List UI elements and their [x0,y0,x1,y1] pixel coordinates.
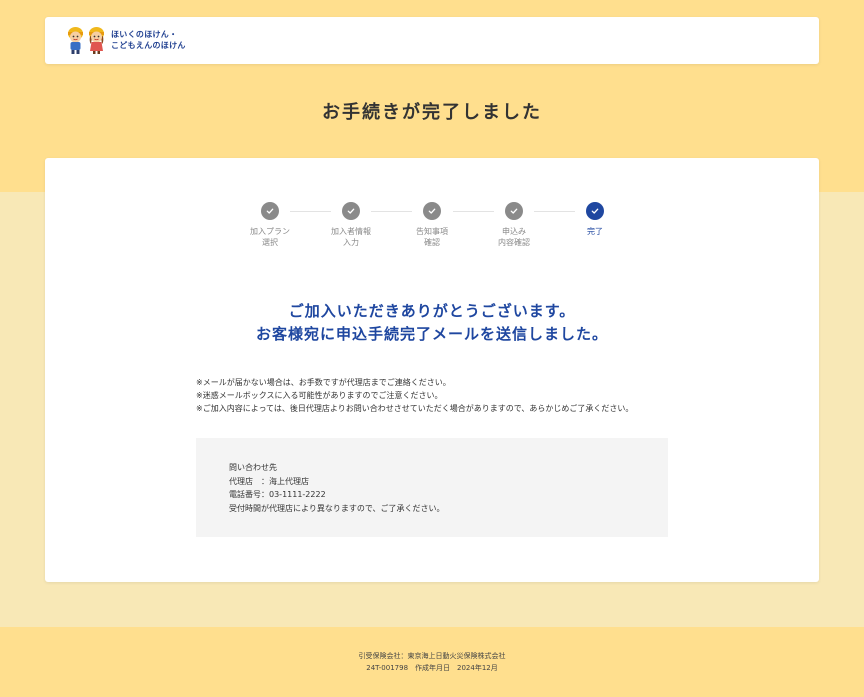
step-label: 加入者情報 入力 [331,227,371,247]
logo-text: ほいくのほけん・ こどもえんのほけん [111,29,186,51]
contact-hours-note: 受付時間が代理店により異なりますので、ご了承ください。 [229,503,445,513]
notice-item: ※ご加入内容によっては、後日代理店よりお問い合わせさせていただく場合がありますの… [196,404,634,413]
contact-info: 問い合わせ先 代理店 ：海上代理店 電話番号：03-1111-2222 受付時間… [229,461,445,515]
contact-heading: 問い合わせ先 [229,463,277,472]
notice-item: ※メールが届かない場合は、お手数ですが代理店までご連絡ください。 [196,378,451,387]
contact-agency: 代理店 ：海上代理店 [229,476,309,486]
step-plan-selection: 加入プラン 選択 [240,202,300,248]
underwriter-info: 引受保険会社：東京海上日動火災保険株式会社 [358,652,506,660]
step-applicant-info: 加入者情報 入力 [321,202,381,248]
check-icon [510,208,518,214]
logo-text-line2: こどもえんのほけん [111,41,186,50]
step-done-marker [342,202,360,220]
step-label: 加入プラン 選択 [250,227,290,247]
step-done-marker [423,202,441,220]
footer-text: 引受保険会社：東京海上日動火災保険株式会社 24T-001798 作成年月日 2… [0,650,864,674]
progress-stepper: 加入プラン 選択 加入者情報 入力 告知事項 確認 申込み 内容確認 完了 [240,202,620,252]
step-review: 申込み 内容確認 [484,202,544,248]
thank-you-line1: ご加入いただきありがとうございます。 [288,302,576,320]
site-footer: 引受保険会社：東京海上日動火災保険株式会社 24T-001798 作成年月日 2… [0,627,864,697]
girl-mascot-icon [89,27,104,54]
document-code: 24T-001798 作成年月日 2024年12月 [366,664,498,672]
step-label: 申込み 内容確認 [498,227,530,247]
logo-text-line1: ほいくのほけん・ [111,30,178,39]
site-logo[interactable]: ほいくのほけん・ こどもえんのほけん [66,25,186,55]
step-done-marker [505,202,523,220]
site-header: ほいくのほけん・ こどもえんのほけん [45,17,819,64]
step-label: 完了 [587,227,603,236]
step-current-marker [586,202,604,220]
step-done-marker [261,202,279,220]
contact-phone: 電話番号：03-1111-2222 [229,490,326,499]
check-icon [266,208,274,214]
thank-you-message: ご加入いただきありがとうございます。 お客様宛に申込手続完了メールを送信しました… [45,300,819,346]
check-icon [591,208,599,214]
boy-mascot-icon [68,27,83,54]
check-icon [428,208,436,214]
contact-info-box: 問い合わせ先 代理店 ：海上代理店 電話番号：03-1111-2222 受付時間… [196,438,668,537]
notice-list: ※メールが届かない場合は、お手数ですが代理店までご連絡ください。 ※迷惑メールボ… [196,376,633,415]
step-disclosure: 告知事項 確認 [402,202,462,248]
page-title: お手続きが完了しました [322,102,542,123]
thank-you-line2: お客様宛に申込手続完了メールを送信しました。 [255,325,608,343]
check-icon [347,208,355,214]
completion-card: 加入プラン 選択 加入者情報 入力 告知事項 確認 申込み 内容確認 完了 ご加… [45,158,819,582]
step-label: 告知事項 確認 [416,227,448,247]
logo-mascots [66,25,106,55]
step-complete: 完了 [565,202,625,237]
notice-item: ※迷惑メールボックスに入る可能性がありますのでご注意ください。 [196,391,443,400]
